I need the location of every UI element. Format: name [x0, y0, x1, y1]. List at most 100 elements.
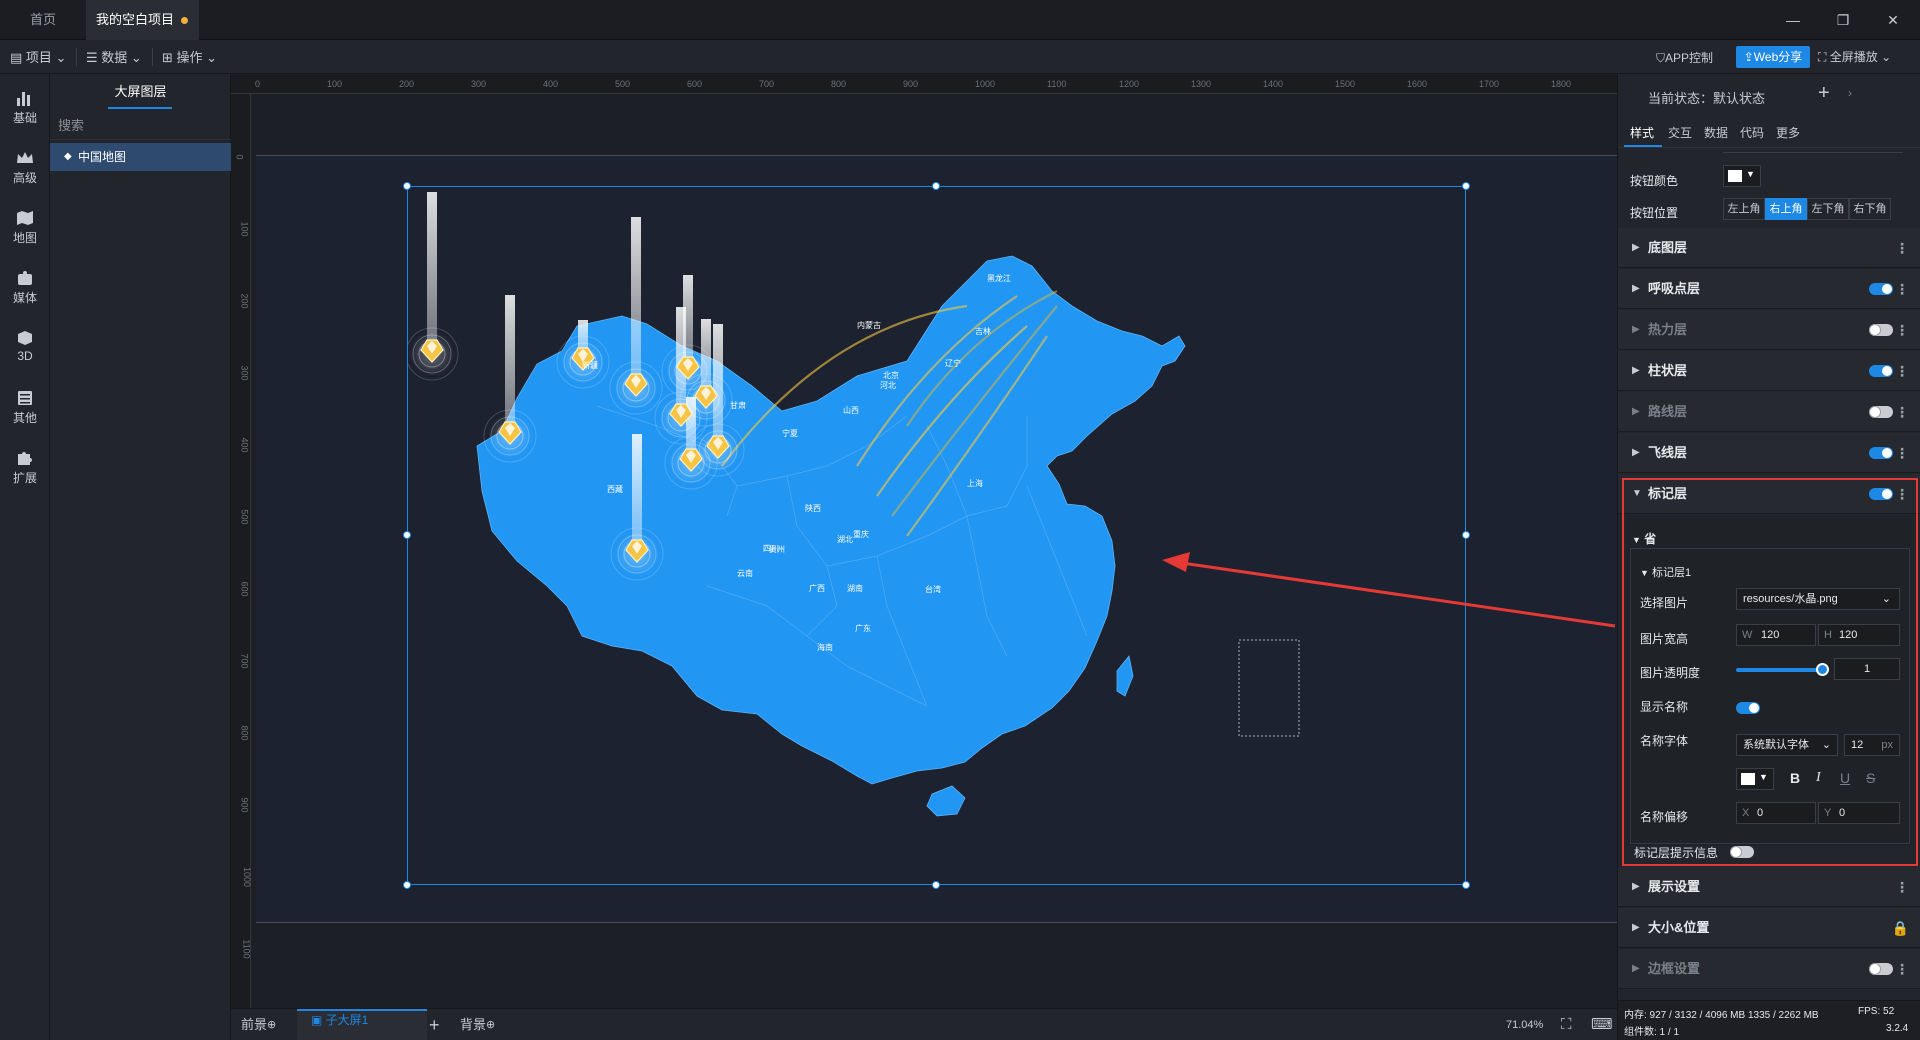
category-advanced[interactable]: 高级	[0, 140, 50, 198]
more-icon[interactable]: ⋮	[1895, 310, 1909, 350]
toggle-breath-point[interactable]	[1869, 283, 1893, 295]
divider	[152, 48, 153, 66]
toggle-route[interactable]	[1869, 406, 1893, 418]
ruler-tick: 600	[687, 79, 703, 89]
position-top-left[interactable]: 左上角	[1723, 198, 1765, 220]
button-color-picker[interactable]: ▼	[1723, 165, 1761, 187]
toggle-fly-line[interactable]	[1869, 447, 1893, 459]
toggle-bar[interactable]	[1869, 365, 1893, 377]
tab-home[interactable]: 首页	[10, 0, 76, 40]
more-icon[interactable]: ⋮	[1895, 228, 1909, 268]
section-border-settings[interactable]: ▶ 边框设置 ⋮	[1618, 949, 1920, 989]
background-tab[interactable]: 背景⊕	[460, 1009, 495, 1040]
title-bar: 首页 我的空白项目 — ❐ ✕	[0, 0, 1920, 40]
tab-style[interactable]: 样式	[1630, 124, 1654, 141]
section-bar-layer[interactable]: ▶ 柱状层 ⋮	[1618, 351, 1920, 391]
add-state-button[interactable]: +	[1818, 82, 1830, 105]
menu-project[interactable]: ▤ 项目 ⌄	[10, 48, 66, 68]
status-bar: 内存: 927 / 3132 / 4096 MB 1335 / 2262 MB …	[1618, 1000, 1920, 1040]
section-size-position[interactable]: ▶ 大小&位置 🔒	[1618, 908, 1920, 948]
ruler-tick: 1000	[975, 79, 996, 89]
section-base-layer[interactable]: ▶ 底图层 ⋮	[1618, 228, 1920, 268]
lock-icon[interactable]: 🔒	[1892, 908, 1909, 948]
section-breath-point-layer[interactable]: ▶ 呼吸点层 ⋮	[1618, 269, 1920, 309]
resize-handle-ne[interactable]	[1462, 182, 1470, 190]
minimize-icon[interactable]: —	[1770, 6, 1816, 34]
resize-handle-n[interactable]	[932, 182, 940, 190]
toggle-heat[interactable]	[1869, 324, 1893, 336]
ruler-tick: 1800	[1551, 79, 1572, 89]
menu-operate[interactable]: ⊞ 操作 ⌄	[162, 48, 217, 68]
chevron-right-icon[interactable]: ›	[1848, 86, 1852, 100]
resize-handle-s[interactable]	[932, 881, 940, 889]
horizontal-ruler: 0 100 200 300 400 500 600 700 800 900 1000 1100 1200…	[231, 74, 1643, 94]
section-display-settings[interactable]: ▶ 展示设置 ⋮	[1618, 867, 1920, 907]
puzzle-icon	[18, 452, 32, 465]
tab-interaction[interactable]: 交互	[1668, 124, 1692, 141]
tab-more[interactable]: 更多	[1776, 124, 1800, 141]
toggle-border[interactable]	[1869, 963, 1893, 975]
active-tab-indicator	[1624, 145, 1662, 147]
ruler-tick: 800	[239, 725, 250, 741]
file-icon: ▤	[10, 50, 26, 65]
ruler-tick: 1600	[1407, 79, 1428, 89]
close-icon[interactable]: ✕	[1870, 6, 1916, 34]
fullscreen-icon: ⛶	[1818, 50, 1830, 64]
button-color-label: 按钮颜色	[1630, 174, 1679, 188]
ruler-tick: 900	[903, 79, 919, 89]
keyboard-icon[interactable]: ⌨	[1591, 1009, 1613, 1040]
section-route-layer[interactable]: ▶ 路线层 ⋮	[1618, 392, 1920, 432]
restore-icon[interactable]: ❐	[1820, 6, 1866, 34]
category-3d[interactable]: 3D	[0, 320, 50, 378]
app-window: 首页 我的空白项目 — ❐ ✕ ▤ 项目 ⌄ ☰ 数据 ⌄ ⊞ 操作 ⌄ ⛉AP…	[0, 0, 1920, 1040]
category-map[interactable]: 地图	[0, 200, 50, 258]
color-swatch	[1728, 170, 1742, 182]
add-icon[interactable]: ⊕	[486, 1019, 495, 1031]
tab-data[interactable]: 数据	[1704, 124, 1728, 141]
ruler-tick: 300	[239, 365, 250, 381]
more-icon[interactable]: ⋮	[1895, 392, 1909, 432]
fit-screen-icon[interactable]: ⛶	[1561, 1009, 1572, 1040]
layer-item-china-map[interactable]: ◆ 中国地图	[50, 143, 231, 171]
position-top-right[interactable]: 右上角	[1765, 198, 1807, 220]
resize-handle-w[interactable]	[403, 531, 411, 539]
divider	[76, 48, 77, 66]
resize-handle-e[interactable]	[1462, 531, 1470, 539]
layer-panel-title[interactable]: 大屏图层	[50, 74, 231, 110]
database-icon: ☰	[86, 50, 102, 65]
grid-icon: ⊞	[162, 50, 177, 65]
screen-icon: ▣	[311, 1013, 326, 1027]
menu-data[interactable]: ☰ 数据 ⌄	[86, 48, 142, 68]
web-share-button[interactable]: ⇪Web分享	[1736, 46, 1810, 68]
layer-search-input[interactable]: 搜索	[50, 112, 231, 140]
map-icon: ◆	[64, 151, 72, 162]
zoom-level[interactable]: 71.04%	[1506, 1009, 1543, 1040]
add-icon[interactable]: ⊕	[267, 1019, 276, 1031]
tab-code[interactable]: 代码	[1740, 124, 1764, 141]
memory-readout: 内存: 927 / 3132 / 4096 MB 1335 / 2262 MB	[1624, 1010, 1819, 1021]
category-media[interactable]: 媒体	[0, 260, 50, 318]
fullscreen-play-button[interactable]: ⛶ 全屏播放 ⌄	[1818, 46, 1916, 68]
position-bottom-left[interactable]: 左下角	[1807, 198, 1849, 220]
category-basic[interactable]: 基础	[0, 80, 50, 138]
sub-screen-tab[interactable]: ▣ 子大屏1	[297, 1009, 427, 1040]
section-fly-line-layer[interactable]: ▶ 飞线层 ⋮	[1618, 433, 1920, 473]
app-control-button[interactable]: ⛉APP控制	[1656, 48, 1713, 68]
more-icon[interactable]: ⋮	[1895, 269, 1909, 309]
section-heat-layer[interactable]: ▶ 热力层 ⋮	[1618, 310, 1920, 350]
resize-handle-se[interactable]	[1462, 881, 1470, 889]
category-other[interactable]: 其他	[0, 380, 50, 438]
add-screen-button[interactable]: +	[429, 1009, 440, 1040]
more-icon[interactable]: ⋮	[1895, 433, 1909, 473]
category-extension[interactable]: 扩展	[0, 440, 50, 498]
position-bottom-right[interactable]: 右下角	[1849, 198, 1891, 220]
resize-handle-nw[interactable]	[403, 182, 411, 190]
share-icon: ⇪	[1743, 50, 1754, 64]
ruler-tick: 200	[399, 79, 415, 89]
component-category-bar: 基础 高级 地图 媒体 3D 其他 扩展	[0, 74, 50, 1040]
more-icon[interactable]: ⋮	[1895, 351, 1909, 391]
more-icon[interactable]: ⋮	[1895, 949, 1909, 989]
foreground-tab[interactable]: 前景⊕	[241, 1009, 276, 1040]
more-icon[interactable]: ⋮	[1895, 867, 1909, 907]
resize-handle-sw[interactable]	[403, 881, 411, 889]
